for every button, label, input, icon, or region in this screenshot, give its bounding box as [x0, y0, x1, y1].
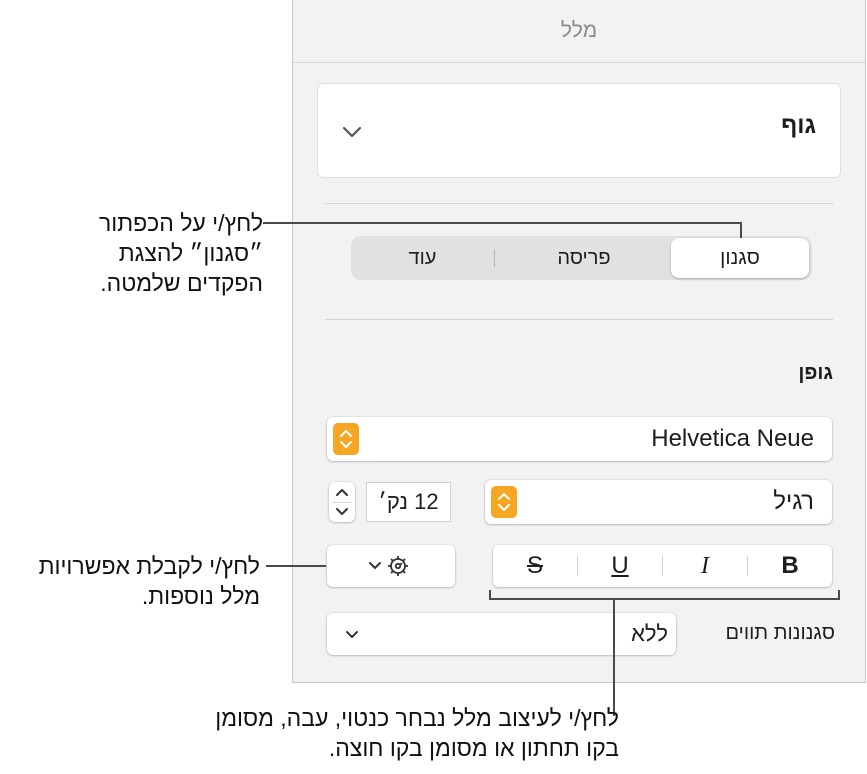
italic-button[interactable]: I — [663, 545, 747, 587]
callout-line-text: לחץ/י לעיצוב מלל נבחר כנטוי, עבה, מסומן — [215, 705, 619, 731]
callout-line-text: מלל נוספות. — [141, 583, 260, 609]
tab-layout[interactable]: פריסה — [509, 238, 659, 278]
callout-style-tab: לחץ/י על הכפתור ״סגנון״ להצגת הפקדים שלמ… — [99, 208, 263, 298]
tab-more[interactable]: עוד — [355, 238, 490, 278]
divider — [325, 319, 833, 320]
callout-format-buttons: לחץ/י לעיצוב מלל נבחר כנטוי, עבה, מסומן … — [215, 703, 619, 763]
character-styles-popup[interactable]: ללא — [327, 613, 676, 655]
tab-style[interactable]: סגנון — [671, 238, 809, 278]
underline-button[interactable]: U — [578, 545, 662, 587]
callout-line-text: הפקדים שלמטה. — [100, 270, 263, 296]
button-separator — [662, 556, 663, 576]
stepper-up-icon[interactable] — [329, 482, 355, 502]
advanced-options-button[interactable] — [327, 545, 455, 587]
chevron-down-icon — [346, 631, 358, 638]
callout-line-text: ״סגנון״ להצגת — [118, 240, 263, 266]
button-separator — [577, 556, 578, 576]
popup-arrows-icon — [333, 423, 359, 455]
callout-line-text: לחץ/י לקבלת אפשרויות — [38, 553, 260, 579]
font-typeface-popup[interactable]: רגיל — [485, 480, 832, 524]
strikethrough-button[interactable]: S — [493, 545, 577, 587]
callout-line — [613, 600, 615, 716]
divider — [325, 203, 833, 204]
callout-line-text: לחץ/י על הכפתור — [99, 210, 263, 236]
gear-icon — [369, 556, 408, 576]
inspector-tabs: סגנון פריסה עוד — [351, 236, 812, 280]
format-inspector-panel: מלל גוף סגנון פריסה עוד גופן Helvetica N… — [292, 0, 866, 683]
stepper-down-icon[interactable] — [329, 502, 355, 522]
chevron-down-icon — [342, 126, 362, 138]
font-family-popup[interactable]: Helvetica Neue — [327, 417, 832, 461]
format-buttons-bracket — [489, 590, 840, 600]
font-size-stepper — [329, 482, 355, 522]
text-format-buttons: B I U S — [493, 545, 832, 587]
callout-more-options: לחץ/י לקבלת אפשרויות מלל נוספות. — [39, 551, 260, 611]
panel-title: מלל — [293, 0, 865, 63]
font-section-title: גופן — [798, 362, 833, 384]
font-family-value: Helvetica Neue — [651, 425, 814, 452]
character-styles-label: סגנונות תווים — [725, 622, 835, 644]
paragraph-style-popup[interactable]: גוף — [317, 83, 841, 178]
font-size-field[interactable]: 12 נק׳ — [366, 482, 451, 522]
tab-separator — [494, 249, 495, 267]
character-style-value: ללא — [631, 621, 668, 646]
callout-line — [263, 222, 742, 224]
paragraph-style-name: גוף — [781, 112, 816, 139]
callout-line-text: בקו תחתון או מסומן בקו חוצה. — [328, 735, 619, 761]
callout-line — [740, 222, 742, 238]
callout-line — [266, 565, 326, 567]
popup-arrows-icon — [491, 486, 517, 518]
button-separator — [747, 556, 748, 576]
bold-button[interactable]: B — [748, 545, 832, 587]
font-typeface-value: רגיל — [773, 488, 814, 515]
